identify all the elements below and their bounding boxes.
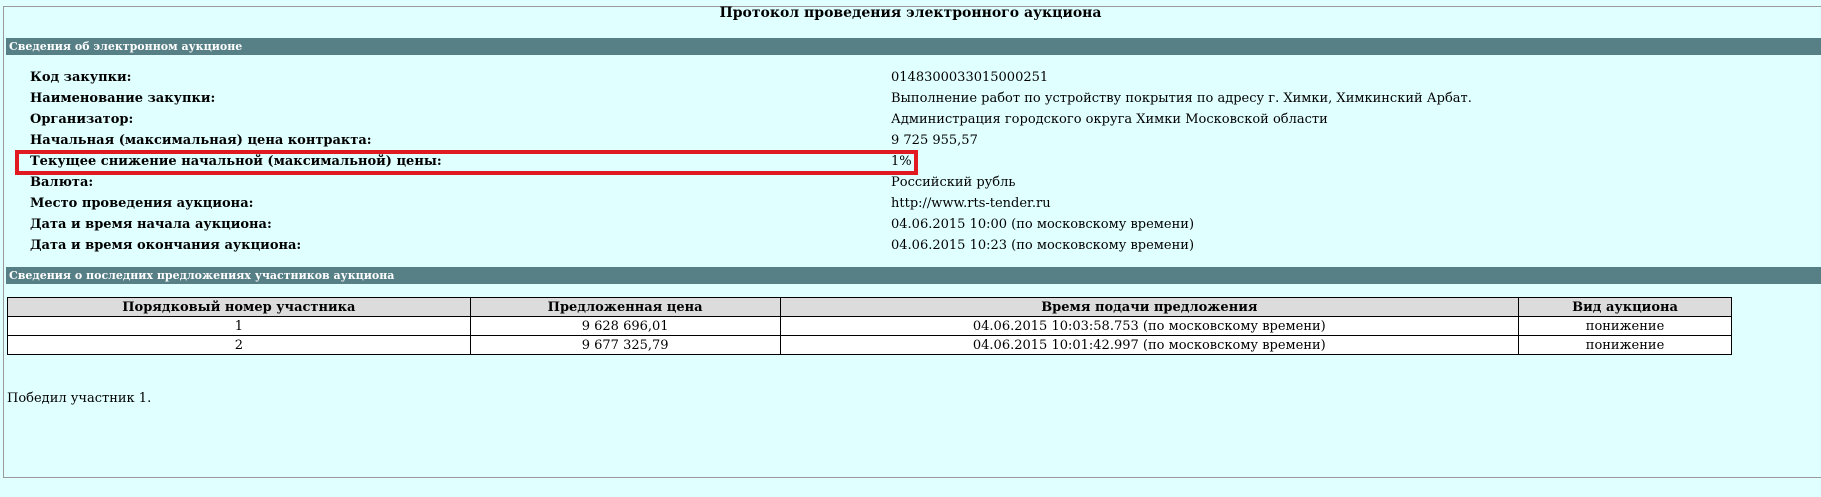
section-header-bids: Сведения о последних предложениях участн… (6, 267, 1821, 284)
info-value: 9 725 955,57 (891, 133, 978, 148)
column-header-time: Время подачи предложения (779, 297, 1520, 317)
info-row-organizer: Организатор: Администрация городского ок… (0, 109, 1821, 130)
info-value: Российский рубль (891, 175, 1016, 190)
info-value: http://www.rts-tender.ru (891, 196, 1051, 211)
info-label: Код закупки: (30, 70, 132, 85)
info-value: 04.06.2015 10:00 (по московскому времени… (891, 217, 1195, 232)
table-row: 2 9 677 325,79 04.06.2015 10:01:42.997 (… (7, 335, 1732, 355)
info-label: Валюта: (30, 175, 94, 190)
info-row-end-time: Дата и время окончания аукциона: 04.06.2… (0, 235, 1821, 256)
column-header-participant: Порядковый номер участника (7, 297, 471, 317)
cell-participant: 1 (7, 316, 471, 336)
info-label: Место проведения аукциона: (30, 196, 254, 211)
column-header-auction-type: Вид аукциона (1518, 297, 1732, 317)
info-row-venue: Место проведения аукциона: http://www.rt… (0, 193, 1821, 214)
cell-auction-type: понижение (1518, 316, 1732, 336)
cell-time: 04.06.2015 10:01:42.997 (по московскому … (779, 335, 1520, 355)
info-label: Дата и время начала аукциона: (30, 217, 272, 232)
cell-auction-type: понижение (1518, 335, 1732, 355)
info-label: Наименование закупки: (30, 91, 216, 106)
info-row-initial-price: Начальная (максимальная) цена контракта:… (0, 130, 1821, 151)
highlight-box (15, 150, 918, 175)
bids-table: Порядковый номер участника Предложенная … (7, 297, 1732, 355)
section-header-auction-info: Сведения об электронном аукционе (6, 38, 1821, 55)
info-label: Организатор: (30, 112, 134, 127)
info-row-start-time: Дата и время начала аукциона: 04.06.2015… (0, 214, 1821, 235)
cell-participant: 2 (7, 335, 471, 355)
table-header-row: Порядковый номер участника Предложенная … (7, 297, 1732, 317)
info-label: Дата и время окончания аукциона: (30, 238, 302, 253)
column-header-price: Предложенная цена (469, 297, 781, 317)
winner-text: Победил участник 1. (7, 391, 152, 406)
info-row-name: Наименование закупки: Выполнение работ п… (0, 88, 1821, 109)
cell-price: 9 628 696,01 (469, 316, 781, 336)
info-label: Начальная (максимальная) цена контракта: (30, 133, 372, 148)
info-value: 0148300033015000251 (891, 70, 1049, 85)
info-value: Выполнение работ по устройству покрытия … (891, 91, 1472, 106)
info-value: 04.06.2015 10:23 (по московскому времени… (891, 238, 1195, 253)
page-title: Протокол проведения электронного аукцион… (719, 5, 1102, 21)
table-row: 1 9 628 696,01 04.06.2015 10:03:58.753 (… (7, 316, 1732, 336)
info-value: Администрация городского округа Химки Мо… (891, 112, 1328, 127)
cell-price: 9 677 325,79 (469, 335, 781, 355)
cell-time: 04.06.2015 10:03:58.753 (по московскому … (779, 316, 1520, 336)
info-row-code: Код закупки: 0148300033015000251 (0, 67, 1821, 88)
info-row-currency: Валюта: Российский рубль (0, 172, 1821, 193)
